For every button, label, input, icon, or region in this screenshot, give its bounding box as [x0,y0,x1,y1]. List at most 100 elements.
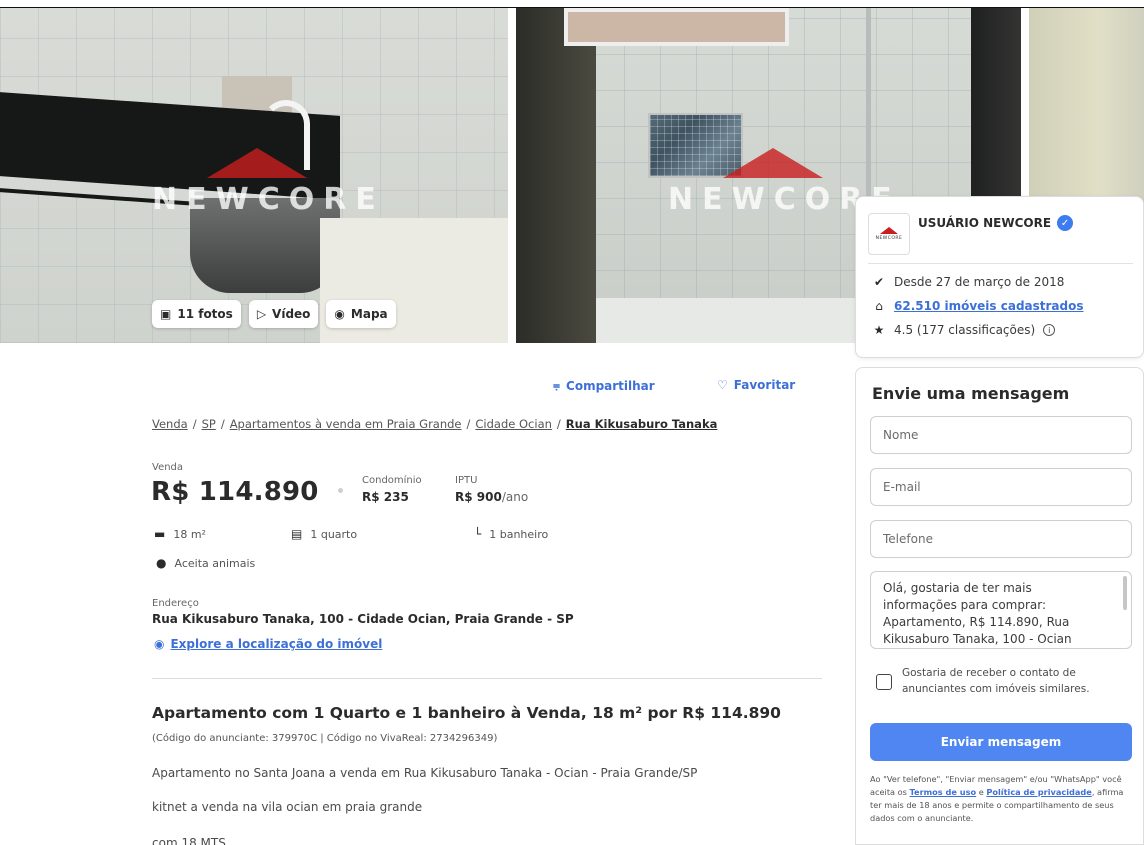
share-button[interactable]: ⩦ Compartilhar [553,378,655,393]
location-pin-icon: ◉ [154,637,165,651]
listing-headline: Apartamento com 1 Quarto e 1 banheiro à … [152,704,781,722]
similar-contact-checkbox[interactable] [876,674,892,690]
feature-area: ▬ 18 m² [154,527,206,541]
seller-rating-text: 4.5 (177 classificações) [894,323,1036,337]
right-curtain [971,8,1021,208]
paw-icon: ● [156,556,167,570]
explore-location-link[interactable]: ◉ Explore a localização do imóvel [154,637,382,651]
share-label: Compartilhar [566,378,655,393]
info-icon[interactable]: i [1043,324,1056,336]
description-line: Apartamento no Santa Joana a venda em Ru… [152,766,698,780]
seller-name-text: USUÁRIO NEWCORE [918,216,1052,230]
breadcrumb-link[interactable]: Apartamentos à venda em Praia Grande [230,417,462,431]
send-message-button[interactable]: Enviar mensagem [870,723,1132,761]
condo-fee: Condomínio R$ 235 [362,475,422,504]
message-textarea[interactable]: Olá, gostaria de ter mais informações pa… [870,571,1132,649]
seller-listings: ⌂ 62.510 imóveis cadastrados [872,299,1084,313]
watermark-roof-icon [723,148,823,178]
similar-contact-option: Gostaria de receber o contato de anuncia… [876,665,1126,697]
breadcrumb-separator: / [192,417,197,431]
video-icon: ▷ [256,307,267,321]
description-line: com 18 MTS [152,836,226,845]
star-icon: ★ [873,323,885,337]
seller-logo-text: NEWCORE [875,236,903,241]
watermark-logo: NEWCORE [668,148,892,217]
iptu-label: IPTU [455,475,478,486]
photos-label: 11 fotos [177,307,233,321]
watermark-roof-icon [207,148,307,178]
similar-contact-label: Gostaria de receber o contato de anuncia… [902,667,1090,695]
privacy-link[interactable]: Política de privacidade [986,787,1091,797]
price-separator-dot [338,488,343,493]
seller-listings-link[interactable]: 62.510 imóveis cadastrados [894,299,1084,313]
seller-rating: ★ 4.5 (177 classificações) i [872,323,1056,337]
seller-name[interactable]: USUÁRIO NEWCORE ✓ [918,215,1074,231]
address-label: Endereço [152,598,199,609]
location-pin-icon: ◉ [334,307,345,321]
iptu-suffix: /ano [501,490,529,504]
seller-card: NEWCORE USUÁRIO NEWCORE ✓ ✔ Desde 27 de … [855,196,1144,358]
name-field[interactable]: Nome [870,416,1132,454]
ruler-icon: ▬ [154,527,166,541]
contact-form: Envie uma mensagem Nome E-mail Telefone … [855,367,1144,845]
seller-logo[interactable]: NEWCORE [868,213,910,255]
condo-value: R$ 235 [362,490,422,504]
dark-curtain [516,8,596,343]
iptu-value: R$ 900/ano [455,490,528,504]
section-divider [152,678,822,679]
bathrooms-value: 1 banheiro [489,527,549,541]
address-value: Rua Kikusaburo Tanaka, 100 - Cidade Ocia… [152,612,574,626]
gallery-buttons: ▣ 11 fotos ▷ Vídeo ◉ Mapa [152,300,396,328]
photos-button[interactable]: ▣ 11 fotos [152,300,241,328]
message-text: Olá, gostaria de ter mais informações pa… [883,581,1072,646]
sale-label: Venda [152,462,184,473]
terms-link[interactable]: Termos de uso [910,787,977,797]
message-scrollbar[interactable] [1123,576,1127,610]
explore-location-label: Explore a localização do imóvel [170,637,383,651]
breadcrumb-link[interactable]: Venda [152,417,188,431]
bed-icon: ▤ [291,527,303,541]
iptu-amount: R$ 900 [455,490,502,504]
video-label: Vídeo [272,307,311,321]
verified-icon: ✓ [1057,215,1074,231]
price: R$ 114.890 [151,477,319,507]
breadcrumb-link[interactable]: SP [202,417,216,431]
area-value: 18 m² [173,527,206,541]
seller-since-text: Desde 27 de março de 2018 [894,275,1065,289]
feature-rooms: ▤ 1 quarto [291,527,357,541]
breadcrumb-separator: / [220,417,225,431]
favorite-label: Favoritar [733,378,796,392]
pets-value: Aceita animais [174,556,256,570]
heart-icon: ♡ [717,378,728,392]
camera-icon: ▣ [160,307,172,321]
window [564,8,789,46]
email-field[interactable]: E-mail [870,468,1132,506]
map-button[interactable]: ◉ Mapa [326,300,396,328]
iptu-fee: IPTU R$ 900/ano [455,475,528,504]
phone-field[interactable]: Telefone [870,520,1132,558]
roof-icon [880,227,898,234]
contact-title: Envie uma mensagem [872,384,1070,403]
favorite-button[interactable]: ♡ Favoritar [717,378,795,392]
breadcrumb-separator: / [466,417,471,431]
breadcrumb-link[interactable]: Cidade Ocian [475,417,552,431]
condo-label: Condomínio [362,475,422,486]
listing-codes: (Código do anunciante: 379970C | Código … [152,733,498,744]
watermark-logo: NEWCORE [152,148,376,217]
breadcrumb: Venda / SP / Apartamentos à venda em Pra… [152,417,717,431]
badge-icon: ✔ [873,275,885,289]
description-line: kitnet a venda na vila ocian em praia gr… [152,800,423,814]
condo-amount: R$ 235 [362,490,409,504]
legal-and: e [976,787,987,797]
house-icon: ⌂ [875,299,883,313]
breadcrumb-current[interactable]: Rua Kikusaburo Tanaka [566,417,718,431]
map-label: Mapa [350,307,388,321]
seller-since: ✔ Desde 27 de março de 2018 [872,275,1064,289]
feature-pets: ● Aceita animais [156,556,255,570]
breadcrumb-separator: / [556,417,561,431]
seller-divider [868,263,1133,264]
top-bar [0,0,1144,8]
share-icon: ⩦ [553,378,561,392]
video-button[interactable]: ▷ Vídeo [248,300,319,328]
feature-bathrooms: └ 1 banheiro [474,527,548,541]
